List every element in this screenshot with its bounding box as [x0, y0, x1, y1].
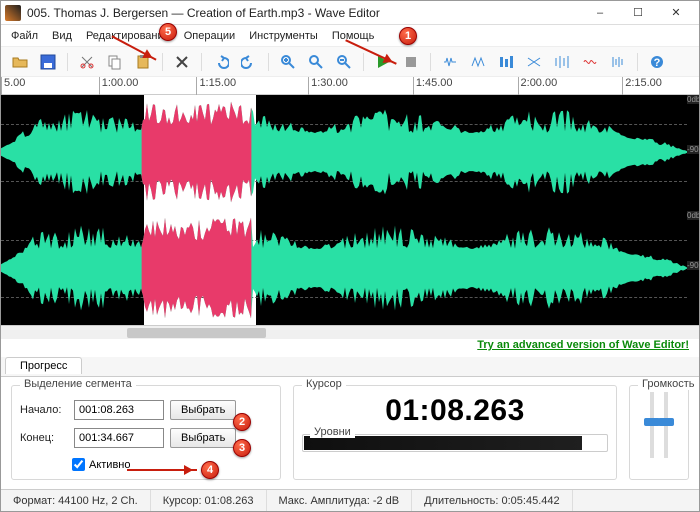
separator [637, 53, 638, 71]
effect-3-icon[interactable] [495, 51, 517, 73]
ruler-tick: 1:45.00 [413, 77, 453, 95]
effect-7-icon[interactable] [607, 51, 629, 73]
separator [268, 53, 269, 71]
separator [67, 53, 68, 71]
end-input[interactable] [74, 428, 164, 448]
levels-title: Уровни [310, 426, 355, 438]
status-cursor: Курсор: 01:08.263 [151, 490, 267, 511]
ruler-tick: 2:15.00 [622, 77, 662, 95]
title-bar: 005. Thomas J. Bergersen — Creation of E… [1, 1, 699, 25]
cursor-box: Курсор 01:08.263 Уровни [293, 385, 617, 480]
minimize-button[interactable]: – [581, 3, 619, 23]
status-duration: Длительность: 0:05:45.442 [412, 490, 573, 511]
ruler-tick: 2:00.00 [518, 77, 558, 95]
redo-icon[interactable] [238, 51, 260, 73]
separator [430, 53, 431, 71]
menu-edit[interactable]: Редактирование [86, 30, 170, 42]
start-label: Начало: [20, 404, 68, 416]
end-label: Конец: [20, 432, 68, 444]
volume-title: Громкость [638, 378, 698, 390]
app-icon [5, 5, 21, 21]
active-checkbox[interactable] [72, 458, 85, 471]
cut-icon[interactable] [76, 51, 98, 73]
delete-icon[interactable] [171, 51, 193, 73]
db-label: -90db [687, 145, 699, 154]
zoom-out-icon[interactable] [333, 51, 355, 73]
advert-bar: Try an advanced version of Wave Editor! [1, 339, 699, 357]
help-icon[interactable]: ? [646, 51, 668, 73]
db-label: 0db [687, 95, 699, 104]
annotation-arrow [127, 469, 197, 471]
open-icon[interactable] [9, 51, 31, 73]
status-bar: Формат: 44100 Hz, 2 Ch. Курсор: 01:08.26… [1, 489, 699, 511]
annotation-5: 5 [159, 23, 177, 41]
bottom-panels: Выделение сегмента Начало: Выбрать Конец… [1, 377, 699, 484]
volume-box: Громкость [629, 385, 689, 480]
ruler-tick: 1:30.00 [308, 77, 348, 95]
db-label: -90db [687, 261, 699, 270]
balance-slider[interactable] [664, 392, 668, 458]
svg-text:?: ? [654, 57, 661, 69]
segment-box: Выделение сегмента Начало: Выбрать Конец… [11, 385, 281, 480]
save-icon[interactable] [37, 51, 59, 73]
window-title: 005. Thomas J. Bergersen — Creation of E… [27, 6, 581, 20]
annotation-3: 3 [233, 439, 251, 457]
close-button[interactable]: ✕ [657, 3, 695, 23]
menu-view[interactable]: Вид [52, 30, 72, 42]
copy-icon[interactable] [104, 51, 126, 73]
menu-help[interactable]: Помощь [332, 30, 375, 42]
db-label: 0db [687, 211, 699, 220]
menu-tools[interactable]: Инструменты [249, 30, 318, 42]
ruler-tick: 1:00.00 [99, 77, 139, 95]
cursor-title: Курсор [302, 378, 346, 390]
status-amp: Макс. Амплитуда: -2 dB [267, 490, 413, 511]
annotation-1: 1 [399, 27, 417, 45]
waveform-area[interactable]: 0db -90db 0db -90db [1, 95, 699, 325]
effect-6-icon[interactable] [579, 51, 601, 73]
channel-left [1, 95, 687, 209]
effect-4-icon[interactable] [523, 51, 545, 73]
time-ruler[interactable]: 5.00 1:00.00 1:15.00 1:30.00 1:45.00 2:0… [1, 77, 699, 95]
separator [363, 53, 364, 71]
separator [162, 53, 163, 71]
ruler-tick: 5.00 [1, 77, 25, 95]
channel-right [1, 211, 687, 325]
annotation-4: 4 [201, 461, 219, 479]
menu-file[interactable]: Файл [11, 30, 38, 42]
ruler-tick: 1:15.00 [196, 77, 236, 95]
menu-ops[interactable]: Операции [184, 30, 235, 42]
undo-icon[interactable] [210, 51, 232, 73]
effect-1-icon[interactable] [439, 51, 461, 73]
stop-icon[interactable] [400, 51, 422, 73]
effect-5-icon[interactable] [551, 51, 573, 73]
horizontal-scrollbar[interactable] [1, 325, 699, 339]
scrollbar-thumb[interactable] [127, 328, 267, 338]
start-input[interactable] [74, 400, 164, 420]
zoom-fit-icon[interactable] [305, 51, 327, 73]
tab-progress[interactable]: Прогресс [5, 357, 82, 374]
pick-start-button[interactable]: Выбрать [170, 400, 236, 420]
toolbar: ? [1, 47, 699, 77]
advert-link[interactable]: Try an advanced version of Wave Editor! [477, 339, 689, 351]
segment-title: Выделение сегмента [20, 378, 136, 390]
status-format: Формат: 44100 Hz, 2 Ch. [1, 490, 151, 511]
effect-2-icon[interactable] [467, 51, 489, 73]
zoom-in-icon[interactable] [277, 51, 299, 73]
annotation-2: 2 [233, 413, 251, 431]
pick-end-button[interactable]: Выбрать [170, 428, 236, 448]
volume-slider[interactable] [650, 392, 654, 458]
separator [201, 53, 202, 71]
tab-row: Прогресс [1, 357, 699, 377]
active-label: Активно [89, 459, 131, 471]
maximize-button[interactable]: ☐ [619, 3, 657, 23]
